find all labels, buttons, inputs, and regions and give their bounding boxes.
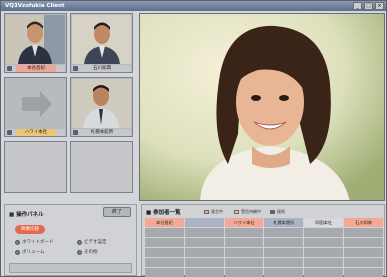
empty-slot (4, 141, 67, 193)
panel-title: 操作パネル (9, 210, 44, 218)
legend-speaking: 発言中 (204, 209, 223, 215)
maximize-button[interactable]: □ (364, 2, 373, 10)
table-cell[interactable] (145, 238, 184, 247)
table-cell[interactable] (344, 238, 383, 247)
table-cell[interactable] (224, 248, 264, 257)
mic-icon[interactable] (7, 66, 12, 71)
participant-video (72, 15, 131, 64)
participant-name: 本谷昌紀 (16, 65, 56, 72)
participant-video (72, 79, 131, 128)
speaking-swatch-icon (204, 210, 209, 214)
table-cell[interactable] (344, 248, 383, 257)
minimize-button[interactable]: _ (353, 2, 362, 10)
app-window: VQ3Vzofukia Client _ □ × 本谷昌紀 石川知典 ハワイ本社… (0, 0, 387, 277)
table-cell[interactable] (184, 218, 224, 227)
table-cell[interactable]: 本谷昌紀 (145, 218, 184, 227)
table-cell[interactable] (224, 258, 264, 267)
whiteboard-option[interactable]: ホワイトボード (15, 239, 54, 245)
close-button[interactable]: × (375, 2, 384, 10)
participant-grid: 本谷昌紀 石川知典 ハワイ本社 札幌本館所 (4, 13, 134, 195)
participant-list: 参加者一覧 発言中 受信待機中 接続 本谷昌紀 ハワイ本社 札幌本館所 四国本社… (141, 204, 385, 277)
table-cell[interactable] (224, 238, 264, 247)
table-cell[interactable] (304, 258, 344, 267)
table-cell[interactable] (224, 268, 264, 277)
gear-icon (77, 249, 82, 255)
volume-option[interactable]: ボリューム (15, 249, 44, 255)
table-cell[interactable] (304, 238, 344, 247)
table-cell[interactable] (344, 268, 383, 277)
legend-waiting: 受信待機中 (234, 209, 261, 215)
participant-video (6, 15, 65, 64)
control-panel: 操作パネル 終了 映像切替 ホワイトボード ビデオ設定 ボリューム その他 (4, 204, 137, 276)
table-cell[interactable] (264, 248, 304, 257)
participant-video (6, 79, 65, 128)
participant-list-title: 参加者一覧 (146, 208, 181, 216)
window-title: VQ3Vzofukia Client (5, 3, 65, 9)
participant-table: 本谷昌紀 ハワイ本社 札幌本館所 四国本社 石川知典 (145, 218, 383, 277)
table-cell[interactable] (145, 248, 184, 257)
table-cell[interactable] (264, 268, 304, 277)
camera-switch-button[interactable]: 映像切替 (15, 225, 45, 234)
other-option[interactable]: その他 (77, 249, 98, 255)
table-cell[interactable] (184, 238, 224, 247)
participant-name: 札幌本館所 (90, 130, 114, 135)
mic-icon[interactable] (7, 130, 12, 135)
table-cell[interactable]: 札幌本館所 (264, 218, 304, 227)
table-cell[interactable] (264, 258, 304, 267)
mic-icon[interactable] (73, 130, 78, 135)
participant-tile[interactable]: 石川知典 (70, 13, 133, 73)
table-cell[interactable] (224, 228, 264, 237)
radio-icon (77, 239, 82, 245)
participant-name: 石川知典 (93, 66, 111, 71)
table-cell[interactable] (264, 238, 304, 247)
table-cell[interactable] (304, 268, 344, 277)
waiting-swatch-icon (234, 210, 239, 214)
table-cell[interactable] (184, 228, 224, 237)
radio-icon (15, 239, 20, 245)
table-cell[interactable] (304, 228, 344, 237)
end-button[interactable]: 終了 (103, 207, 131, 217)
table-cell[interactable] (145, 258, 184, 267)
main-video-feed[interactable] (139, 13, 385, 201)
speaker-icon (15, 249, 20, 255)
legend-connected: 接続 (270, 209, 285, 215)
table-cell[interactable] (145, 228, 184, 237)
status-bar (9, 263, 132, 273)
table-cell[interactable]: ハワイ本社 (224, 218, 264, 227)
table-cell[interactable] (344, 258, 383, 267)
video-settings-option[interactable]: ビデオ設定 (77, 239, 107, 245)
table-cell[interactable]: 石川知典 (344, 218, 383, 227)
table-cell[interactable] (264, 228, 304, 237)
connected-swatch-icon (270, 210, 275, 214)
table-cell[interactable] (184, 268, 224, 277)
table-cell[interactable] (184, 258, 224, 267)
table-cell[interactable] (344, 228, 383, 237)
table-cell[interactable]: 四国本社 (304, 218, 344, 227)
participant-tile[interactable]: ハワイ本社 (4, 77, 67, 137)
table-cell[interactable] (304, 248, 344, 257)
participant-tile[interactable]: 本谷昌紀 (4, 13, 67, 73)
mic-icon[interactable] (73, 66, 78, 71)
empty-slot (70, 141, 133, 193)
title-bar: VQ3Vzofukia Client _ □ × (1, 1, 386, 11)
table-cell[interactable] (145, 268, 184, 277)
participant-name: ハワイ本社 (16, 129, 56, 136)
table-cell[interactable] (184, 248, 224, 257)
participant-tile[interactable]: 札幌本館所 (70, 77, 133, 137)
